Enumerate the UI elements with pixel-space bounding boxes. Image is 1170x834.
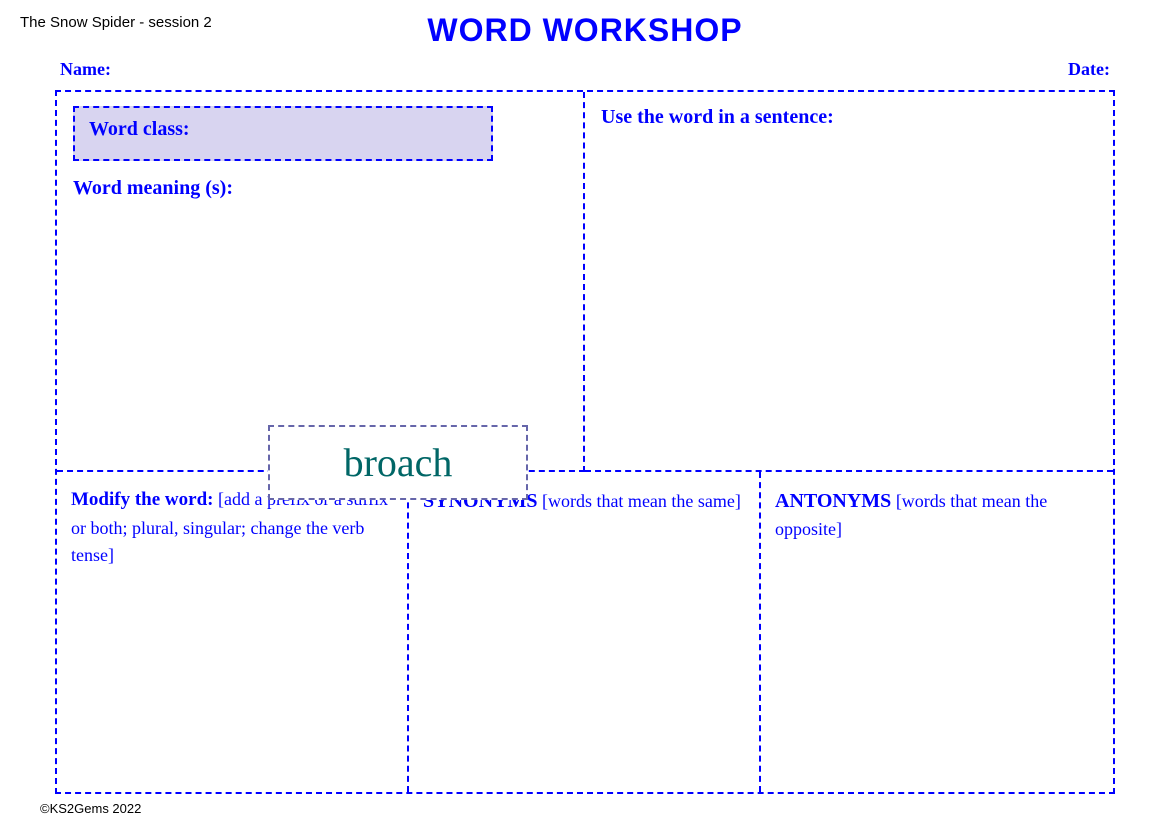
page-header: The Snow Spider - session 2 WORD WORKSHO… <box>0 0 1170 53</box>
sentence-label: Use the word in a sentence: <box>601 106 1097 129</box>
word-class-box[interactable]: Word class: <box>73 106 493 161</box>
word-meaning-label: Word meaning (s): <box>73 177 567 200</box>
bottom-row: Modify the word: [add a prefix or a suff… <box>57 472 1113 792</box>
antonyms-label: ANTONYMS [words that mean the opposite] <box>775 486 1099 543</box>
word-class-label: Word class: <box>89 118 190 140</box>
antonyms-bold: ANTONYMS <box>775 490 891 512</box>
center-word-box: broach <box>268 425 528 500</box>
worksheet: Word class: Word meaning (s): broach Use… <box>55 90 1115 794</box>
subtitle-text: The Snow Spider - session 2 <box>20 14 212 31</box>
cell-synonyms: SYNONYMS [words that mean the same] <box>409 472 761 792</box>
cell-top-right: Use the word in a sentence: <box>585 92 1113 472</box>
footer-copyright: ©KS2Gems 2022 <box>20 791 161 826</box>
name-date-row: Name: Date: <box>0 53 1170 90</box>
name-label: Name: <box>60 59 111 80</box>
cell-modify: Modify the word: [add a prefix or a suff… <box>57 472 409 792</box>
synonyms-normal: [words that mean the same] <box>537 491 740 511</box>
cell-antonyms: ANTONYMS [words that mean the opposite] <box>761 472 1113 792</box>
center-word: broach <box>344 440 453 485</box>
modify-bold: Modify the word: <box>71 489 213 510</box>
cell-top-left: Word class: Word meaning (s): broach <box>57 92 585 472</box>
date-label: Date: <box>1068 59 1110 80</box>
